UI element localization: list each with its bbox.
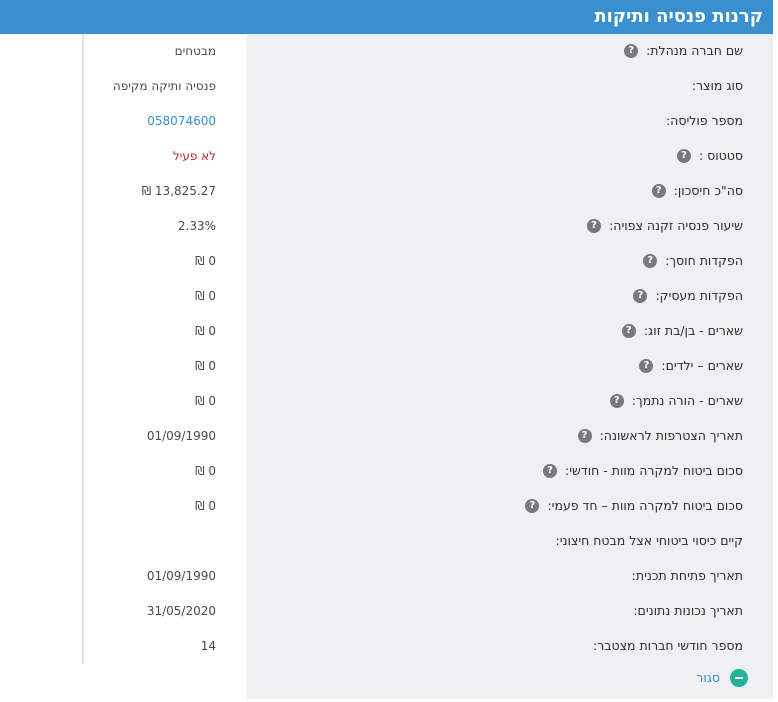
detail-row: הפקדות חוסך:? 0 ₪	[0, 244, 773, 279]
help-icon[interactable]: ?	[643, 254, 658, 268]
help-icon[interactable]: ?	[621, 324, 636, 338]
detail-label-text: שארים - בן/בת זוג:	[643, 323, 743, 338]
detail-row: שיעור פנסיה זקנה צפויה:? 2.33%	[0, 209, 773, 244]
detail-value: מבטחים	[174, 44, 216, 58]
detail-value: 13,825.27 ₪	[141, 184, 216, 198]
help-icon[interactable]: ?	[577, 429, 592, 443]
detail-label: סטטוס :?	[676, 147, 743, 165]
detail-value: 0 ₪	[195, 254, 216, 268]
detail-label-text: שיעור פנסיה זקנה צפויה:	[609, 218, 743, 233]
help-icon[interactable]: ?	[587, 219, 602, 233]
detail-label-text: הפקדות מעסיק:	[655, 288, 743, 303]
detail-row: קיים כיסוי ביטוחי אצל מבטח חיצוני:	[0, 524, 773, 559]
detail-label-text: סכום ביטוח למקרה מוות – חד פעמי:	[547, 498, 743, 513]
detail-label-text: סטטוס :	[698, 148, 743, 163]
detail-label-text: סוג מוצר:	[691, 78, 743, 93]
detail-label-text: תאריך הצטרפות לראשונה:	[599, 428, 743, 443]
help-icon[interactable]: ?	[525, 499, 540, 513]
detail-row: הפקדות מעסיק:? 0 ₪	[0, 279, 773, 314]
detail-label: סה"כ חיסכון:?	[651, 182, 743, 200]
detail-value: 01/09/1990	[146, 429, 216, 443]
detail-row: שארים – ילדים:? 0 ₪	[0, 349, 773, 384]
detail-label-text: תאריך נכונות נתונים:	[633, 603, 743, 618]
close-button[interactable]: סגור	[696, 669, 748, 687]
detail-label-text: סה"כ חיסכון:	[673, 183, 743, 198]
detail-label-text: שארים - הורה נתמך:	[631, 393, 743, 408]
detail-label-text: קיים כיסוי ביטוחי אצל מבטח חיצוני:	[555, 533, 744, 548]
detail-value: 31/05/2020	[146, 604, 216, 618]
detail-row: שארים - בן/בת זוג:? 0 ₪	[0, 314, 773, 349]
detail-label: שיעור פנסיה זקנה צפויה:?	[587, 217, 743, 235]
detail-value: 01/09/1990	[146, 569, 216, 583]
detail-label: סכום ביטוח למקרה מוות - חודשי:?	[543, 462, 743, 480]
detail-value: 0 ₪	[195, 499, 216, 513]
detail-value: 0 ₪	[195, 289, 216, 303]
detail-row: סכום ביטוח למקרה מוות - חודשי:? 0 ₪	[0, 454, 773, 489]
detail-value: 0 ₪	[195, 359, 216, 373]
detail-label: מספר פוליסה:	[666, 112, 743, 130]
detail-value: פנסיה ותיקה מקיפה	[112, 79, 216, 93]
detail-row: תאריך נכונות נתונים: 31/05/2020	[0, 594, 773, 629]
detail-label: סוג מוצר:	[692, 77, 743, 95]
help-icon[interactable]: ?	[651, 184, 666, 198]
detail-label: מספר חודשי חברות מצטבר:	[593, 637, 743, 655]
detail-label: תאריך נכונות נתונים:	[633, 602, 743, 620]
detail-row: מספר פוליסה: 058074600	[0, 104, 773, 139]
detail-label: סכום ביטוח למקרה מוות – חד פעמי:?	[525, 497, 743, 515]
detail-row: סוג מוצר: פנסיה ותיקה מקיפה	[0, 69, 773, 104]
status-value: לא פעיל	[172, 149, 216, 163]
detail-value: 0 ₪	[195, 464, 216, 478]
detail-label-text: תאריך פתיחת תכנית:	[631, 568, 743, 583]
detail-value: 14	[200, 639, 216, 653]
detail-label: הפקדות חוסך:?	[643, 252, 743, 270]
detail-label-text: שארים – ילדים:	[661, 358, 743, 373]
detail-label: תאריך פתיחת תכנית:	[632, 567, 743, 585]
policy-number-link[interactable]: 058074600	[147, 112, 216, 130]
minus-circle-icon[interactable]	[730, 669, 748, 687]
help-icon[interactable]: ?	[543, 464, 558, 478]
section-header: קרנות פנסיה ותיקות	[0, 0, 773, 34]
help-icon[interactable]: ?	[633, 289, 648, 303]
detail-row: תאריך פתיחת תכנית: 01/09/1990	[0, 559, 773, 594]
detail-row: סטטוס :? לא פעיל	[0, 139, 773, 174]
help-icon[interactable]: ?	[676, 149, 691, 163]
detail-label-text: סכום ביטוח למקרה מוות - חודשי:	[565, 463, 743, 478]
detail-label: שם חברה מנהלת:?	[624, 42, 743, 60]
detail-label: שארים – ילדים:?	[639, 357, 743, 375]
help-icon[interactable]: ?	[639, 359, 654, 373]
help-icon[interactable]: ?	[609, 394, 624, 408]
detail-row: סה"כ חיסכון:? 13,825.27 ₪	[0, 174, 773, 209]
detail-label-text: מספר פוליסה:	[665, 113, 743, 128]
detail-label-text: מספר חודשי חברות מצטבר:	[592, 638, 743, 653]
close-label[interactable]: סגור	[696, 669, 720, 687]
detail-value: 0 ₪	[195, 394, 216, 408]
detail-label: תאריך הצטרפות לראשונה:?	[577, 427, 743, 445]
detail-label: שארים - הורה נתמך:?	[609, 392, 743, 410]
detail-label: קיים כיסוי ביטוחי אצל מבטח חיצוני:	[556, 532, 744, 550]
detail-value: 0 ₪	[195, 324, 216, 338]
detail-label: הפקדות מעסיק:?	[633, 287, 743, 305]
detail-label-text: שם חברה מנהלת:	[646, 43, 743, 58]
detail-row: שארים - הורה נתמך:? 0 ₪	[0, 384, 773, 419]
detail-label-text: הפקדות חוסך:	[665, 253, 743, 268]
detail-row: סכום ביטוח למקרה מוות – חד פעמי:? 0 ₪	[0, 489, 773, 524]
detail-row: שם חברה מנהלת:? מבטחים	[0, 34, 773, 69]
help-icon[interactable]: ?	[624, 44, 639, 58]
detail-value: 2.33%	[177, 219, 216, 233]
detail-label: שארים - בן/בת זוג:?	[621, 322, 743, 340]
detail-row: מספר חודשי חברות מצטבר: 14	[0, 629, 773, 664]
section-title: קרנות פנסיה ותיקות	[594, 6, 763, 27]
detail-row: תאריך הצטרפות לראשונה:? 01/09/1990	[0, 419, 773, 454]
